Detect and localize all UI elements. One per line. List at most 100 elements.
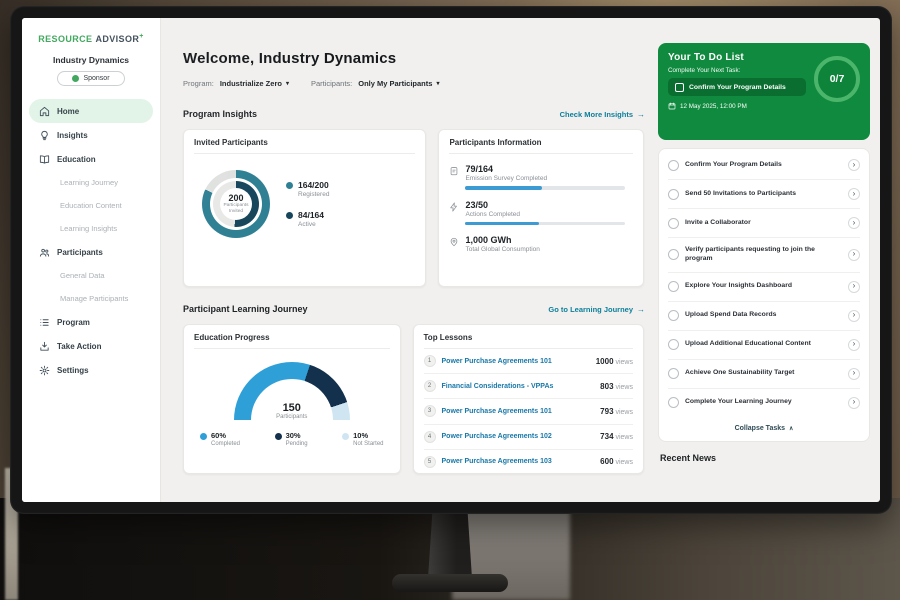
legend-dot-completed xyxy=(200,433,207,440)
todo-panel: Your To Do List 0/7 Complete Your Next T… xyxy=(654,18,880,502)
lesson-title-link[interactable]: Financial Considerations - VPPAs xyxy=(442,383,595,390)
sidebar-item-insights[interactable]: Insights xyxy=(29,123,153,147)
lesson-title-link[interactable]: Power Purchase Agreements 101 xyxy=(442,408,595,415)
sponsor-badge-label: Sponsor xyxy=(83,75,109,82)
lesson-rank: 1 xyxy=(424,355,436,367)
sidebar-item-home[interactable]: Home xyxy=(29,99,153,123)
chevron-right-icon[interactable]: › xyxy=(848,249,860,261)
due-date: 12 May 2025, 12:00 PM xyxy=(668,102,860,110)
program-insights-header: Program Insights Check More Insights → xyxy=(183,109,645,119)
task-row[interactable]: Invite a Collaborator › xyxy=(668,209,860,238)
legend-item-pending: 30% Pending xyxy=(275,431,308,447)
chevron-right-icon[interactable]: › xyxy=(848,339,860,351)
monitor-stand-base xyxy=(392,574,508,592)
sidebar-item-general-data[interactable]: General Data xyxy=(22,264,160,287)
lesson-row[interactable]: 1 Power Purchase Agreements 101 1000 vie… xyxy=(424,349,633,374)
lesson-row[interactable]: 4 Power Purchase Agreements 102 734 view… xyxy=(424,425,633,450)
sidebar-item-participants[interactable]: Participants xyxy=(29,240,153,264)
legend-dot-active xyxy=(286,212,293,219)
location-pin-icon xyxy=(449,237,459,247)
sidebar-item-settings[interactable]: Settings xyxy=(29,358,153,382)
chevron-right-icon[interactable]: › xyxy=(848,397,860,409)
sponsor-badge[interactable]: Sponsor xyxy=(57,71,125,86)
task-row[interactable]: Explore Your Insights Dashboard › xyxy=(668,273,860,302)
gauge-legend: 60% Completed 30% Pending xyxy=(194,431,390,447)
chevron-right-icon[interactable]: › xyxy=(848,368,860,380)
brand-logo-resource: RESOURCE xyxy=(38,34,92,44)
lesson-title-link[interactable]: Power Purchase Agreements 101 xyxy=(442,358,590,365)
sidebar-item-learning-journey[interactable]: Learning Journey xyxy=(22,171,160,194)
monitor-stand-neck xyxy=(428,512,472,578)
gear-icon xyxy=(39,365,50,376)
monitor-bezel: RESOURCEADVISOR+ Industry Dynamics Spons… xyxy=(10,6,892,514)
gauge-center-value: 150 xyxy=(234,402,350,414)
chevron-right-icon[interactable]: › xyxy=(848,310,860,322)
info-row-actions: 23/50 Actions Completed xyxy=(449,200,633,226)
chevron-up-icon: ∧ xyxy=(789,425,793,432)
sidebar-item-learning-insights[interactable]: Learning Insights xyxy=(22,217,160,240)
sidebar-nav: Home Insights Education Learning Journey… xyxy=(22,99,160,382)
task-checkbox[interactable] xyxy=(668,160,679,171)
page-title: Welcome, Industry Dynamics xyxy=(183,50,644,67)
sidebar-item-take-action[interactable]: Take Action xyxy=(29,334,153,358)
chevron-right-icon[interactable]: › xyxy=(848,159,860,171)
task-checkbox[interactable] xyxy=(668,339,679,350)
task-row[interactable]: Complete Your Learning Journey › xyxy=(668,389,860,417)
chevron-right-icon[interactable]: › xyxy=(848,281,860,293)
task-row[interactable]: Send 50 Invitations to Participants › xyxy=(668,180,860,209)
lesson-row[interactable]: 5 Power Purchase Agreements 103 600 view… xyxy=(424,450,633,474)
sidebar-item-education-content[interactable]: Education Content xyxy=(22,194,160,217)
calendar-icon xyxy=(668,102,676,110)
org-name: Industry Dynamics xyxy=(22,55,160,65)
learning-cards-row: Education Progress 150 Participants xyxy=(183,324,644,474)
lesson-rank: 3 xyxy=(424,405,436,417)
task-checkbox[interactable] xyxy=(668,249,679,260)
card-title: Education Progress xyxy=(194,333,390,349)
gauge-center-label: Participants xyxy=(234,414,350,420)
participants-select[interactable]: Only My Participants ▾ xyxy=(358,79,439,88)
task-checkbox[interactable] xyxy=(668,281,679,292)
chevron-right-icon[interactable]: › xyxy=(848,217,860,229)
next-task-pill[interactable]: Confirm Your Program Details xyxy=(668,78,806,96)
invited-participants-card: Invited Participants 200 Participants In… xyxy=(183,129,426,287)
go-to-learning-journey-link[interactable]: Go to Learning Journey → xyxy=(548,305,645,314)
task-row[interactable]: Achieve One Sustainability Target › xyxy=(668,360,860,389)
chevron-right-icon[interactable]: › xyxy=(848,188,860,200)
home-icon xyxy=(39,106,50,117)
task-checkbox[interactable] xyxy=(668,218,679,229)
collapse-tasks-link[interactable]: Collapse Tasks ∧ xyxy=(668,417,860,437)
download-box-icon xyxy=(39,341,50,352)
sidebar-item-program[interactable]: Program xyxy=(29,310,153,334)
task-row[interactable]: Upload Additional Educational Content › xyxy=(668,331,860,360)
info-row-consumption: 1,000 GWh Total Global Consumption xyxy=(449,235,633,253)
recent-news-heading: Recent News xyxy=(660,453,870,463)
sponsor-dot-icon xyxy=(72,75,79,82)
todo-progress-ring: 0/7 xyxy=(814,56,860,102)
clipboard-icon xyxy=(449,166,459,176)
lesson-row[interactable]: 3 Power Purchase Agreements 101 793 view… xyxy=(424,399,633,424)
task-checkbox[interactable] xyxy=(668,368,679,379)
lesson-title-link[interactable]: Power Purchase Agreements 103 xyxy=(442,458,595,465)
check-more-insights-link[interactable]: Check More Insights → xyxy=(560,110,645,119)
chevron-down-icon: ▾ xyxy=(436,80,439,87)
legend-dot-pending xyxy=(275,433,282,440)
sidebar-item-education[interactable]: Education xyxy=(29,147,153,171)
legend-item-not-started: 10% Not Started xyxy=(342,431,383,447)
education-progress-card: Education Progress 150 Participants xyxy=(183,324,401,474)
task-checkbox[interactable] xyxy=(668,310,679,321)
donut-center-label: Participants Invited xyxy=(222,203,250,215)
people-icon xyxy=(39,247,50,258)
task-row[interactable]: Verify participants requesting to join t… xyxy=(668,238,860,273)
card-title: Participants Information xyxy=(449,138,633,154)
lesson-title-link[interactable]: Power Purchase Agreements 102 xyxy=(442,433,595,440)
program-select[interactable]: Industrialize Zero ▾ xyxy=(220,79,289,88)
sidebar-item-manage-participants[interactable]: Manage Participants xyxy=(22,287,160,310)
lesson-row[interactable]: 2 Financial Considerations - VPPAs 803 v… xyxy=(424,374,633,399)
main-content: Welcome, Industry Dynamics Program: Indu… xyxy=(161,18,654,502)
task-checkbox[interactable] xyxy=(668,397,679,408)
task-row[interactable]: Confirm Your Program Details › xyxy=(668,151,860,180)
brand-logo-plus: + xyxy=(139,33,144,40)
task-row[interactable]: Upload Spend Data Records › xyxy=(668,302,860,331)
checkbox-icon[interactable] xyxy=(675,83,684,92)
task-checkbox[interactable] xyxy=(668,189,679,200)
